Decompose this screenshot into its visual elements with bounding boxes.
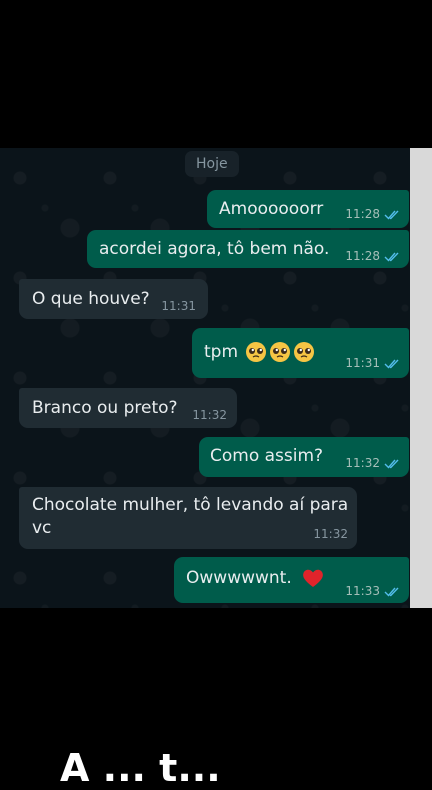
message-text-content: tpm bbox=[204, 342, 239, 362]
message-bubble-incoming[interactable]: O que houve? 11:31 bbox=[19, 279, 208, 319]
double-check-icon bbox=[384, 210, 399, 220]
message-bubble-outgoing[interactable]: tpm 11:31 bbox=[192, 328, 409, 378]
message-text-line: Chocolate mulher, tô levando aí para bbox=[32, 495, 349, 515]
double-check-icon bbox=[384, 359, 399, 369]
message-meta: 11:32 bbox=[313, 527, 348, 541]
message-bubble-outgoing[interactable]: Amoooooorr 11:28 bbox=[207, 190, 409, 228]
message-text: O que houve? bbox=[32, 289, 150, 309]
message-bubble-outgoing[interactable]: Como assim? 11:32 bbox=[199, 437, 409, 477]
message-text: tpm bbox=[204, 341, 315, 363]
message-text: Amoooooorr bbox=[219, 199, 324, 219]
date-chip: Hoje bbox=[185, 151, 239, 177]
message-text-content: Owwwwwnt. bbox=[186, 568, 292, 588]
pleading-face-emoji bbox=[270, 342, 291, 362]
message-time: 11:31 bbox=[345, 356, 380, 370]
screen-edge bbox=[410, 148, 432, 608]
message-bubble-incoming[interactable]: Chocolate mulher, tô levando aí para vc … bbox=[19, 487, 357, 549]
caption-text: A ... t... bbox=[60, 746, 221, 790]
double-check-icon bbox=[384, 252, 399, 262]
message-bubble-outgoing[interactable]: acordei agora, tô bem não. 11:28 bbox=[87, 230, 409, 268]
double-check-icon bbox=[384, 587, 399, 597]
pleading-face-emoji bbox=[246, 342, 267, 362]
message-meta: 11:28 bbox=[345, 249, 401, 263]
message-text: Owwwwwnt. bbox=[186, 567, 325, 589]
message-meta: 11:28 bbox=[345, 207, 401, 221]
message-bubble-incoming[interactable]: Branco ou preto? 11:32 bbox=[19, 388, 237, 428]
message-meta: 11:31 bbox=[345, 356, 401, 370]
message-text-line: vc bbox=[32, 518, 52, 538]
message-meta: 11:33 bbox=[345, 584, 401, 598]
double-check-icon bbox=[384, 459, 399, 469]
message-time: 11:32 bbox=[192, 408, 227, 422]
message-text: Branco ou preto? bbox=[32, 398, 178, 418]
message-time: 11:32 bbox=[345, 456, 380, 470]
message-meta: 11:31 bbox=[161, 299, 196, 313]
message-time: 11:31 bbox=[161, 299, 196, 313]
message-time: 11:32 bbox=[313, 527, 348, 541]
message-bubble-outgoing[interactable]: Owwwwwnt. 11:33 bbox=[174, 557, 409, 603]
message-meta: 11:32 bbox=[192, 408, 227, 422]
message-text: Como assim? bbox=[210, 446, 324, 466]
pleading-face-emoji bbox=[294, 342, 315, 362]
message-time: 11:28 bbox=[345, 249, 380, 263]
message-time: 11:33 bbox=[345, 584, 380, 598]
message-meta: 11:32 bbox=[345, 456, 401, 470]
message-text: acordei agora, tô bem não. bbox=[99, 239, 330, 259]
message-time: 11:28 bbox=[345, 207, 380, 221]
red-heart-emoji bbox=[303, 569, 324, 587]
